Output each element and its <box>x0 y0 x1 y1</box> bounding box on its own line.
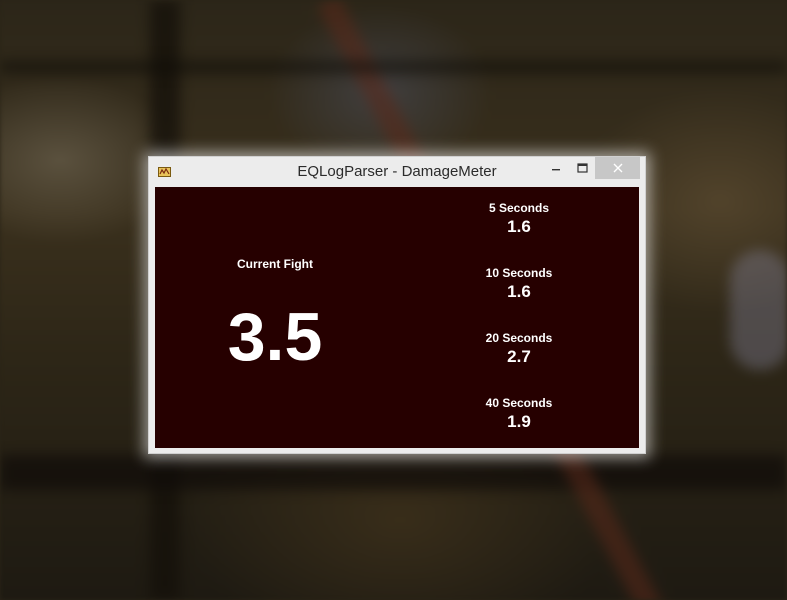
interval-20-seconds: 20 Seconds 2.7 <box>455 331 583 368</box>
interval-40-seconds: 40 Seconds 1.9 <box>455 396 583 433</box>
damage-meter-panel: Current Fight 3.5 5 Seconds 1.6 10 Secon… <box>155 187 639 448</box>
minimize-button[interactable] <box>545 157 567 179</box>
interval-value: 2.7 <box>507 347 531 366</box>
minimize-icon <box>552 169 560 171</box>
maximize-button[interactable] <box>571 157 593 179</box>
interval-label: 40 Seconds <box>485 396 553 410</box>
interval-value: 1.9 <box>507 412 531 431</box>
damage-meter-window: EQLogParser - DamageMeter Current Fight … <box>148 156 646 454</box>
interval-value: 1.6 <box>507 282 531 301</box>
current-fight-value: 3.5 <box>227 299 323 375</box>
current-fight-label: Current Fight <box>237 257 313 271</box>
close-icon <box>613 163 622 173</box>
interval-value: 1.6 <box>507 217 531 236</box>
close-button[interactable] <box>595 157 640 179</box>
interval-label: 5 Seconds <box>488 201 550 215</box>
interval-label: 10 Seconds <box>485 266 553 280</box>
interval-label: 20 Seconds <box>485 331 553 345</box>
interval-5-seconds: 5 Seconds 1.6 <box>455 201 583 238</box>
interval-10-seconds: 10 Seconds 1.6 <box>455 266 583 303</box>
maximize-icon <box>576 163 588 173</box>
title-bar[interactable]: EQLogParser - DamageMeter <box>149 157 645 187</box>
